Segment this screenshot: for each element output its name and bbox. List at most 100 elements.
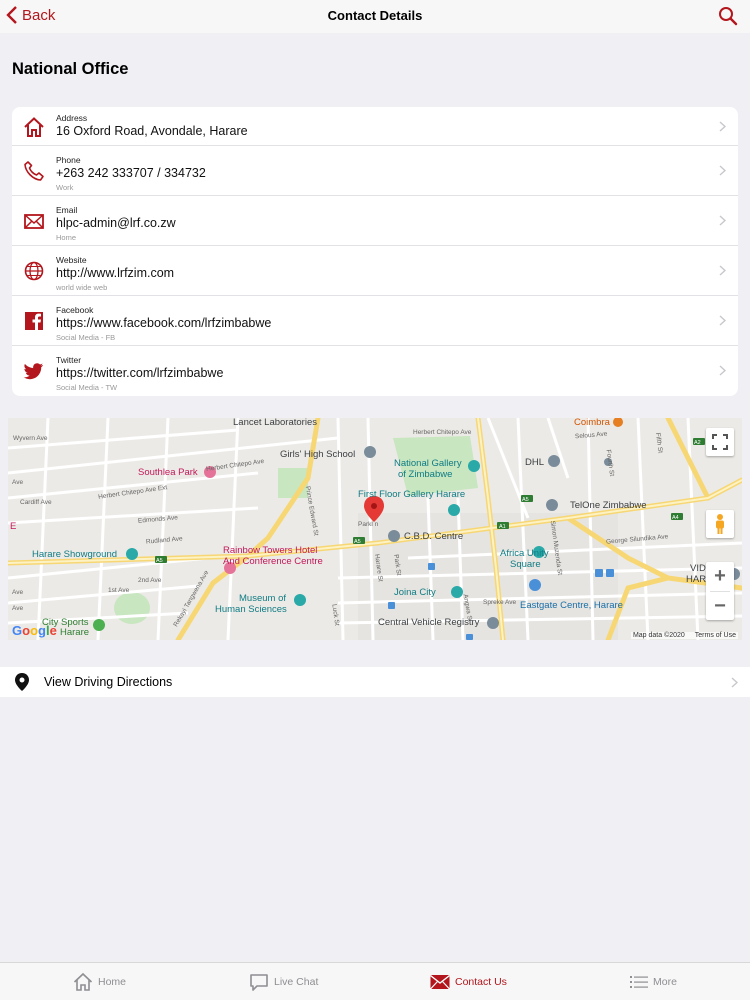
contact-value: https://www.facebook.com/lrfzimbabwe: [56, 316, 272, 330]
fullscreen-button[interactable]: [706, 428, 734, 456]
map-label: of Zimbabwe: [398, 469, 453, 480]
chevron-right-icon: [719, 215, 726, 226]
map-label: Southlea Park: [138, 467, 198, 478]
map-label: Museum of: [239, 593, 286, 604]
chat-icon: [250, 974, 268, 991]
section-title: National Office: [12, 60, 129, 78]
map-label: HAR: [686, 574, 707, 585]
highway-label: A1: [499, 524, 506, 530]
home-icon: [24, 117, 44, 137]
terms-link[interactable]: Terms of Use: [695, 632, 736, 639]
map-label: Eastgate Centre, Harare: [520, 600, 623, 611]
zoom-out-button[interactable]: −: [706, 592, 734, 621]
driving-directions-label: View Driving Directions: [44, 675, 173, 689]
twitter-icon: [23, 363, 43, 380]
contact-row-phone[interactable]: Phone +263 242 333707 / 334732 Work: [12, 146, 738, 196]
google-logo: Google: [12, 623, 57, 638]
map-pin-icon: [15, 673, 29, 691]
map-label: Ave: [12, 589, 24, 596]
map-label: 1st Ave: [108, 587, 130, 594]
map-label: Ave: [12, 605, 24, 612]
driving-directions-row[interactable]: View Driving Directions: [0, 667, 750, 697]
zoom-in-button[interactable]: +: [706, 562, 734, 591]
envelope-icon: [430, 974, 450, 990]
mail-icon: [24, 214, 44, 229]
contact-value: +263 242 333707 / 334732: [56, 166, 206, 180]
map-label: Harare: [60, 627, 90, 638]
contact-sub: Work: [56, 183, 74, 192]
map-label: First Floor Gallery Harare: [358, 489, 466, 500]
map-label: C.B.D. Centre: [404, 531, 464, 542]
map-attribution: Map data ©2020 Terms of Use: [630, 632, 738, 639]
map-data-text: Map data ©2020: [632, 632, 685, 639]
contact-row-address[interactable]: Address 16 Oxford Road, Avondale, Harare: [12, 107, 738, 146]
contact-value: http://www.lrfzim.com: [56, 266, 175, 280]
map-label: Cardiff Ave: [20, 499, 52, 506]
highway-label: A5: [354, 539, 361, 545]
contact-row-website[interactable]: Website http://www.lrfzim.com world wide…: [12, 246, 738, 296]
chevron-right-icon: [719, 121, 726, 132]
chevron-right-icon: [719, 165, 726, 176]
map-label: Wyvern Ave: [13, 435, 48, 442]
map-label: Human Sciences: [215, 604, 287, 615]
tab-label: Home: [98, 976, 127, 988]
street-view-button[interactable]: [706, 510, 734, 538]
contact-row-email[interactable]: Email hlpc-admin@lrf.co.zw Home: [12, 196, 738, 246]
map-label: Coimbra: [574, 418, 610, 428]
map-label: Girls' High School: [280, 449, 356, 460]
contact-label: Twitter: [56, 355, 82, 365]
search-icon[interactable]: [718, 6, 738, 26]
chevron-right-icon: [719, 315, 726, 326]
map-label: Square: [510, 559, 541, 570]
highway-label: A4: [672, 515, 679, 521]
zoom-control: + −: [706, 562, 734, 620]
map-label: Herbert Chitepo Ave: [413, 429, 472, 436]
highway-label: A5: [156, 558, 163, 564]
contact-label: Phone: [56, 155, 81, 165]
page-title: Contact Details: [327, 8, 423, 23]
contact-row-twitter[interactable]: Twitter https://twitter.com/lrfzimbabwe …: [12, 346, 738, 396]
map-label: Rainbow Towers Hotel: [223, 545, 318, 556]
tab-more[interactable]: More: [630, 963, 677, 1000]
contact-label: Address: [56, 113, 88, 123]
contact-label: Email: [56, 205, 78, 215]
list-icon: [630, 976, 648, 988]
map-label: And Conference Centre: [223, 556, 323, 567]
map-label: Africa Unity: [500, 548, 549, 559]
map-label: National Gallery: [394, 458, 462, 469]
chevron-right-icon: [719, 265, 726, 276]
tab-bar: Home Live Chat Contact Us More: [0, 962, 750, 1000]
pegman-icon: [716, 514, 724, 534]
fullscreen-icon: [712, 434, 728, 450]
nav-bar: Back Contact Details: [0, 0, 750, 33]
map-view[interactable]: Lancet Laboratories Herbert Chitepo Ave …: [8, 418, 742, 640]
contact-label: Facebook: [56, 305, 94, 315]
contact-card: Address 16 Oxford Road, Avondale, Harare…: [12, 107, 738, 396]
contact-sub: Social Media - TW: [56, 383, 118, 392]
globe-icon: [24, 261, 44, 281]
chevron-right-icon: [719, 365, 726, 376]
contact-value: 16 Oxford Road, Avondale, Harare: [56, 124, 248, 138]
contact-sub: Home: [56, 233, 77, 242]
contact-sub: Social Media - FB: [56, 333, 116, 342]
tab-label: Live Chat: [274, 976, 319, 988]
tab-home[interactable]: Home: [73, 963, 126, 1000]
facebook-icon: [25, 312, 43, 330]
map-label: Joina City: [394, 587, 436, 598]
highway-label: A2: [694, 440, 701, 446]
map-label: Spreke Ave: [483, 599, 517, 606]
contact-sub: world wide web: [56, 283, 108, 292]
contact-value: https://twitter.com/lrfzimbabwe: [56, 366, 224, 380]
map-label: Ave: [12, 479, 24, 486]
tab-live-chat[interactable]: Live Chat: [249, 963, 318, 1000]
tab-label: More: [653, 976, 677, 988]
map-label: DHL: [525, 457, 545, 468]
map-label: TelOne Zimbabwe: [570, 500, 647, 511]
tab-label: Contact Us: [455, 976, 507, 988]
home-tab-icon: [73, 972, 93, 991]
map-label: E: [10, 521, 17, 532]
tab-contact-us[interactable]: Contact Us: [430, 963, 507, 1000]
map-label: 2nd Ave: [138, 577, 162, 584]
contact-row-facebook[interactable]: Facebook https://www.facebook.com/lrfzim…: [12, 296, 738, 346]
map-label: Parkl n: [358, 521, 379, 528]
